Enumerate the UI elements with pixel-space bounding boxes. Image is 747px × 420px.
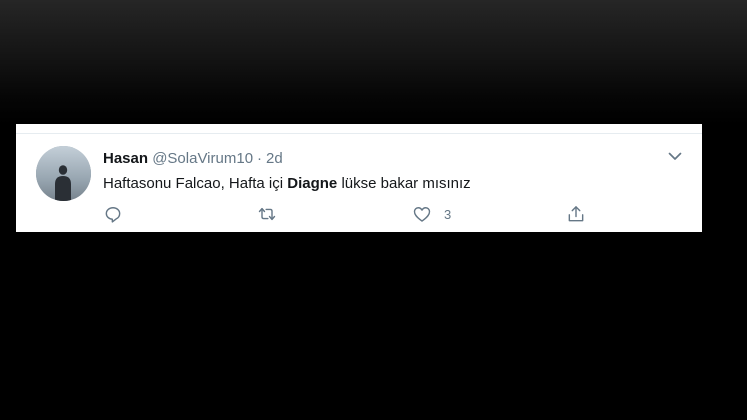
tweet-header: Hasan @SolaVirum10 · 2d — [103, 150, 283, 168]
avatar-silhouette-icon — [36, 146, 91, 201]
chevron-down-icon[interactable] — [667, 148, 683, 164]
retweet-button[interactable] — [256, 202, 278, 226]
timestamp[interactable]: 2d — [266, 150, 283, 167]
reply-button[interactable] — [103, 202, 123, 226]
tweet-text-mention: Diagne — [287, 175, 338, 192]
tweet-text-part: Haftasonu Falcao, Hafta içi — [103, 175, 288, 192]
tweet-card[interactable]: Hasan @SolaVirum10 · 2d Haftasonu Falcao, … — [16, 124, 702, 232]
separator-dot: · — [257, 150, 263, 167]
heart-icon — [412, 204, 432, 224]
like-count: 3 — [444, 206, 452, 222]
reply-icon — [103, 204, 123, 224]
like-button[interactable]: 3 — [412, 202, 451, 226]
user-handle[interactable]: @SolaVirum10 — [152, 150, 253, 167]
tweet-actions: 3 — [16, 202, 702, 226]
display-name[interactable]: Hasan — [103, 150, 148, 167]
avatar[interactable] — [36, 146, 91, 201]
share-icon — [566, 204, 586, 224]
divider — [16, 133, 702, 134]
retweet-icon — [256, 204, 278, 224]
share-button[interactable] — [566, 202, 586, 226]
tweet-text-part: lükse bakar mısınız — [337, 175, 471, 192]
background-gradient — [0, 0, 747, 125]
tweet-text: Haftasonu Falcao, Hafta içi Diagne lükse… — [103, 174, 471, 193]
